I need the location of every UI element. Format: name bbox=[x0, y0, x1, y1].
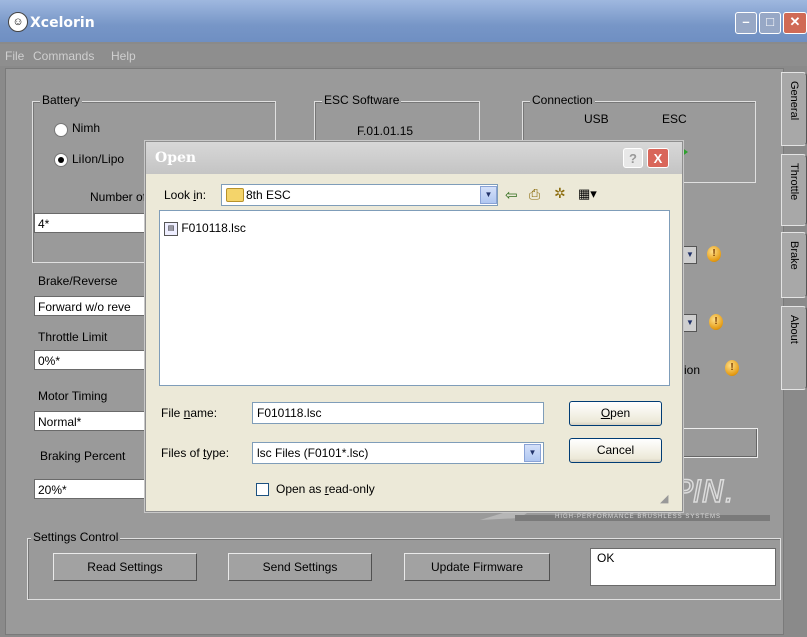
connection-label: Connection bbox=[530, 93, 595, 107]
throttle-limit-label: Throttle Limit bbox=[38, 330, 108, 344]
send-settings-button[interactable]: Send Settings bbox=[228, 553, 372, 581]
files-of-type-value: lsc Files (F0101*.lsc) bbox=[257, 446, 369, 460]
partial-group-box bbox=[680, 428, 758, 458]
files-of-type-dropdown-arrow[interactable]: ▼ bbox=[524, 444, 541, 462]
folder-icon bbox=[226, 188, 244, 202]
esc-software-version: F.01.01.15 bbox=[357, 124, 414, 138]
update-firmware-button[interactable]: Update Firmware bbox=[404, 553, 550, 581]
look-in-value: 8th ESC bbox=[246, 188, 291, 202]
cancel-button[interactable]: Cancel bbox=[569, 438, 662, 463]
info-icon[interactable]: ! bbox=[707, 246, 721, 262]
tab-about[interactable]: About bbox=[781, 306, 807, 390]
lilon-lipo-radio[interactable] bbox=[54, 153, 68, 167]
tab-throttle[interactable]: Throttle bbox=[781, 154, 807, 226]
tab-throttle-label: Throttle bbox=[788, 163, 800, 201]
file-icon: ▤ bbox=[164, 221, 178, 236]
lilon-lipo-label: LiIon/Lipo bbox=[72, 152, 125, 166]
dialog-close-button[interactable]: X bbox=[647, 148, 669, 168]
esc-label: ESC bbox=[662, 112, 687, 126]
partial-setting-label: ion bbox=[684, 363, 701, 377]
info-icon[interactable]: ! bbox=[709, 314, 723, 330]
menu-commands[interactable]: Commands bbox=[33, 49, 94, 63]
tab-about-label: About bbox=[788, 315, 800, 344]
file-name-input[interactable]: F010118.lsc bbox=[252, 402, 544, 424]
nimh-label: Nimh bbox=[72, 121, 101, 135]
view-menu-icon[interactable]: ▦▾ bbox=[578, 186, 597, 202]
menu-help[interactable]: Help bbox=[111, 49, 136, 63]
back-icon[interactable]: ⇦ bbox=[505, 186, 518, 204]
app-icon: ☺ bbox=[8, 12, 28, 32]
open-button[interactable]: Open bbox=[569, 401, 662, 426]
status-output: OK bbox=[590, 548, 776, 586]
braking-percent-label: Braking Percent bbox=[40, 449, 126, 463]
nimh-radio[interactable] bbox=[54, 123, 68, 137]
dialog-help-button[interactable]: ? bbox=[623, 148, 643, 168]
info-icon[interactable]: ! bbox=[725, 360, 739, 376]
svg-text:PIN.: PIN. bbox=[675, 475, 734, 510]
files-of-type-select[interactable]: lsc Files (F0101*.lsc) bbox=[252, 442, 544, 464]
look-in-label: Look in: bbox=[164, 188, 207, 202]
menu-file[interactable]: File bbox=[5, 49, 24, 63]
app-title: Xcelorin bbox=[30, 15, 95, 31]
close-button[interactable]: ✕ bbox=[783, 12, 807, 34]
resize-grip-icon[interactable]: ◢ bbox=[660, 492, 668, 505]
usb-label: USB bbox=[584, 112, 609, 126]
motor-timing-label: Motor Timing bbox=[38, 389, 108, 403]
file-name: F010118.lsc bbox=[181, 221, 246, 235]
look-in-select[interactable]: 8th ESC bbox=[221, 184, 498, 206]
title-bar: ☺ Xcelorin – □ ✕ bbox=[0, 0, 807, 42]
brake-reverse-label: Brake/Reverse bbox=[38, 274, 118, 288]
throttle-limit-select[interactable]: 0%* bbox=[34, 350, 146, 370]
braking-percent-select[interactable]: 20%* bbox=[34, 479, 146, 499]
settings-control-label: Settings Control bbox=[31, 530, 121, 544]
brake-reverse-select[interactable]: Forward w/o reve bbox=[34, 296, 146, 316]
setting-dropdown-arrow-1[interactable]: ▼ bbox=[683, 246, 697, 264]
file-name-label: File name: bbox=[161, 406, 218, 420]
up-folder-icon[interactable]: ⎙ bbox=[529, 186, 540, 203]
number-of-cells-select[interactable]: 4* bbox=[34, 213, 146, 233]
read-settings-button[interactable]: Read Settings bbox=[53, 553, 197, 581]
battery-group-label: Battery bbox=[40, 93, 83, 107]
dialog-title-bar: Open ? X bbox=[146, 142, 682, 174]
motor-timing-select[interactable]: Normal* bbox=[34, 411, 146, 431]
read-only-label: Open as read-only bbox=[276, 482, 375, 496]
tab-brake[interactable]: Brake bbox=[781, 232, 807, 298]
setting-dropdown-arrow-2[interactable]: ▼ bbox=[683, 314, 697, 332]
logo-tagline: HIGH-PERFORMANCE BRUSHLESS SYSTEMS bbox=[555, 514, 722, 520]
read-only-checkbox[interactable] bbox=[256, 483, 269, 496]
new-folder-icon[interactable]: ✲ bbox=[554, 185, 566, 202]
tab-brake-label: Brake bbox=[788, 241, 800, 270]
tab-general-label: General bbox=[788, 81, 800, 121]
maximize-button[interactable]: □ bbox=[759, 12, 781, 34]
dialog-title: Open bbox=[155, 150, 197, 166]
tab-general[interactable]: General bbox=[781, 72, 807, 146]
list-item[interactable]: ▤ F010118.lsc bbox=[164, 221, 246, 236]
minimize-button[interactable]: – bbox=[735, 12, 757, 34]
esc-software-label: ESC Software bbox=[322, 93, 402, 107]
files-of-type-label: Files of type: bbox=[161, 446, 230, 460]
look-in-dropdown-arrow[interactable]: ▼ bbox=[480, 186, 497, 204]
file-list[interactable]: ▤ F010118.lsc bbox=[159, 210, 670, 386]
open-dialog: Open ? X Look in: 8th ESC ▼ ⇦ ⎙ ✲ ▦▾ ▤ F… bbox=[145, 141, 683, 512]
